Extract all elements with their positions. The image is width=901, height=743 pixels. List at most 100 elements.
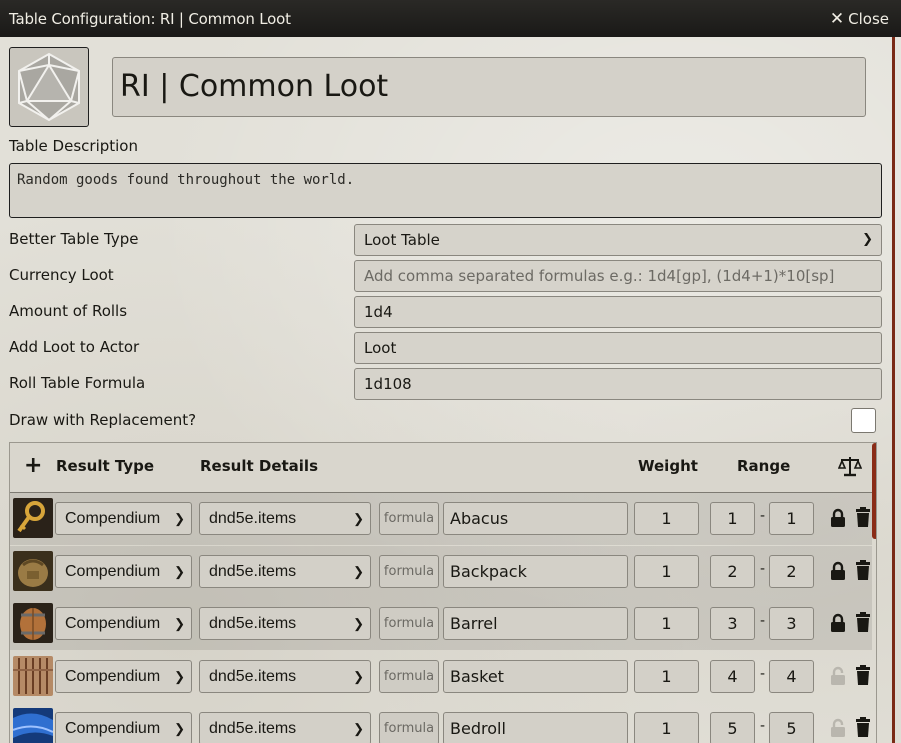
weight-input[interactable]: 1 [634,502,699,535]
window-titlebar[interactable]: Table Configuration: RI | Common Loot ✕ … [0,0,901,37]
unlock-icon[interactable] [830,666,846,686]
window-title: Table Configuration: RI | Common Loot [9,9,291,28]
weight-input[interactable]: 1 [634,712,699,743]
result-name-input[interactable]: Barrel [443,607,628,640]
formula-input[interactable]: formula [379,502,439,535]
draw-with-replacement-checkbox[interactable] [851,408,876,433]
barrel-icon[interactable] [13,603,53,643]
chevron-down-icon: ❯ [174,563,185,579]
trash-icon[interactable] [855,717,871,737]
results-scrollbar[interactable] [872,443,876,539]
add-loot-to-actor-input[interactable]: Loot [354,332,882,364]
result-name-input[interactable]: Abacus [443,502,628,535]
balance-scale-icon[interactable] [838,455,862,477]
table-type-label: Better Table Type [9,230,139,248]
table-row: Compendium ❯ dnd5e.items ❯ formula Barrel 1 3-3 [10,598,872,650]
range-low-input[interactable]: 5 [710,712,755,743]
range-high-input[interactable]: 1 [769,502,814,535]
result-collection-select[interactable]: dnd5e.items ❯ [199,659,371,693]
weight-input[interactable]: 1 [634,554,699,588]
result-collection-select[interactable]: dnd5e.items ❯ [199,607,371,640]
table-row: Compendium ❯ dnd5e.items ❯ formula Basket 1 4-4 [10,651,872,703]
result-collection-select[interactable]: dnd5e.items ❯ [199,712,371,743]
formula-input[interactable]: formula [379,712,439,743]
result-name-input[interactable]: Backpack [443,554,628,588]
chevron-down-icon: ❯ [174,511,185,526]
header-result-details: Result Details [200,457,318,475]
range-low-input[interactable]: 1 [710,502,755,535]
range-separator: - [760,613,766,629]
result-type-select[interactable]: Compendium ❯ [55,554,192,588]
header-result-type: Result Type [56,457,155,475]
range-low-input[interactable]: 4 [710,659,755,693]
roll-table-formula-input[interactable]: 1d108 [354,368,882,400]
lock-icon[interactable] [830,508,846,528]
chevron-down-icon: ❯ [174,721,185,736]
close-button[interactable]: ✕ Close [830,9,901,29]
result-type-value: Compendium [65,615,161,632]
description-textarea[interactable]: Random goods found throughout the world. [9,163,882,218]
table-row: Compendium ❯ dnd5e.items ❯ formula Backpack 1 2… [10,545,872,598]
result-collection-select[interactable]: dnd5e.items ❯ [199,502,371,535]
chevron-down-icon: ❯ [353,616,364,631]
range-separator: - [760,718,766,734]
formula-input[interactable]: formula [379,607,439,640]
table-row: Compendium ❯ dnd5e.items ❯ formula Abacus 1 1-1 [10,493,872,545]
weight-input[interactable]: 1 [634,659,699,693]
table-config-window: Table Configuration: RI | Common Loot ✕ … [0,0,901,743]
range-separator: - [760,508,766,524]
trash-icon[interactable] [855,664,871,685]
table-type-select[interactable]: Loot Table ❯ [354,224,882,256]
table-name-input[interactable]: RI | Common Loot [112,57,866,117]
draw-with-replacement-label: Draw with Replacement? [9,411,197,429]
range-high-input[interactable]: 5 [769,712,814,743]
trash-icon[interactable] [855,507,871,527]
result-name-input[interactable]: Bedroll [443,712,628,743]
trash-icon[interactable] [855,612,871,632]
result-type-value: Compendium [65,510,161,527]
trash-icon[interactable] [855,559,871,580]
range-low-input[interactable]: 2 [710,554,755,588]
basket-icon[interactable] [13,655,53,696]
weight-input[interactable]: 1 [634,607,699,640]
result-collection-value: dnd5e.items [209,667,297,685]
range-high-input[interactable]: 4 [769,659,814,693]
lock-icon[interactable] [830,613,846,633]
formula-input[interactable]: formula [379,659,439,693]
abacus-icon[interactable] [13,498,53,538]
currency-loot-label: Currency Loot [9,266,114,284]
result-type-select[interactable]: Compendium ❯ [55,659,192,693]
range-high-input[interactable]: 2 [769,554,814,588]
range-high-input[interactable]: 3 [769,607,814,640]
result-name-input[interactable]: Basket [443,659,628,693]
lock-icon[interactable] [830,561,846,581]
result-type-select[interactable]: Compendium ❯ [55,712,192,743]
d20-icon [18,52,80,122]
results-table-header: + Result Type Result Details Weight Rang… [10,443,876,539]
close-icon: ✕ [829,8,845,29]
chevron-down-icon: ❯ [353,563,364,579]
amount-of-rolls-input[interactable]: 1d4 [354,296,882,328]
formula-input[interactable]: formula [379,554,439,588]
range-separator: - [760,560,766,577]
chevron-down-icon: ❯ [353,511,364,526]
result-type-select[interactable]: Compendium ❯ [55,502,192,535]
backpack-icon[interactable] [13,550,53,591]
chevron-down-icon: ❯ [862,232,873,247]
chevron-down-icon: ❯ [174,668,185,684]
currency-loot-input[interactable]: Add comma separated formulas e.g.: 1d4[g… [354,260,882,292]
chevron-down-icon: ❯ [353,668,364,684]
result-type-select[interactable]: Compendium ❯ [55,607,192,640]
result-type-value: Compendium [65,562,161,580]
result-collection-select[interactable]: dnd5e.items ❯ [199,554,371,588]
range-low-input[interactable]: 3 [710,607,755,640]
result-collection-value: dnd5e.items [209,615,297,632]
range-separator: - [760,665,766,682]
add-result-icon[interactable]: + [24,453,42,478]
table-image[interactable] [9,47,89,127]
header-range: Range [737,457,791,475]
table-type-value: Loot Table [364,231,440,249]
bedroll-icon[interactable] [13,708,53,743]
result-collection-value: dnd5e.items [209,720,297,737]
unlock-icon[interactable] [830,718,846,738]
